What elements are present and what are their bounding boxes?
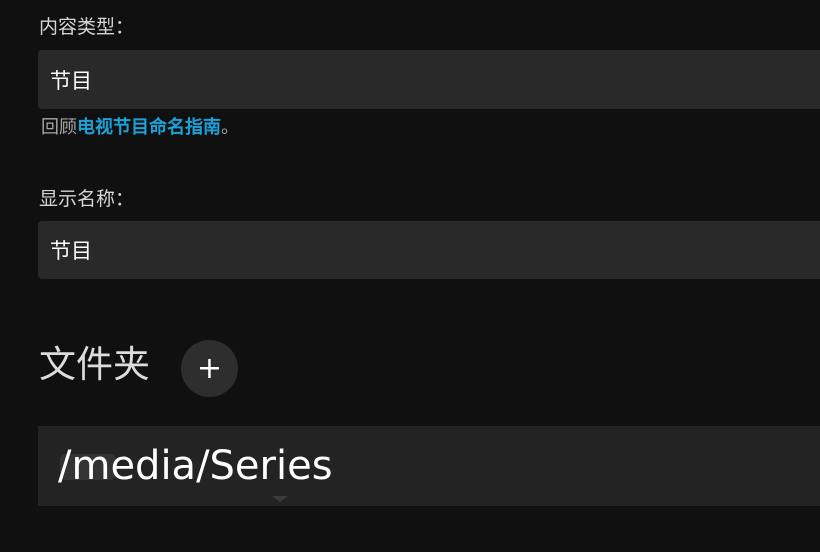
add-folder-button[interactable]: +	[181, 340, 238, 397]
display-name-value: 节目	[50, 239, 92, 263]
help-prefix: 回顾	[41, 117, 77, 138]
display-name-label: 显示名称：	[39, 188, 135, 210]
display-name-field[interactable]: 节目	[38, 221, 820, 279]
content-type-label: 内容类型：	[39, 16, 135, 38]
plus-icon: +	[196, 351, 223, 386]
folder-path: /media/Series	[58, 443, 333, 489]
content-type-select[interactable]: 节目	[38, 50, 820, 109]
folders-title: 文件夹	[39, 343, 150, 386]
content-type-value: 节目	[50, 68, 92, 93]
help-suffix: 。	[221, 117, 239, 138]
library-settings-page: 内容类型： 节目 回顾电视节目命名指南。 显示名称： 节目 文件夹 + /med…	[0, 0, 820, 552]
caret-down-icon	[272, 496, 288, 502]
content-type-help: 回顾电视节目命名指南。	[41, 119, 239, 137]
folder-list-item[interactable]: /media/Series	[38, 426, 820, 506]
tv-naming-guide-link[interactable]: 电视节目命名指南	[77, 117, 221, 138]
